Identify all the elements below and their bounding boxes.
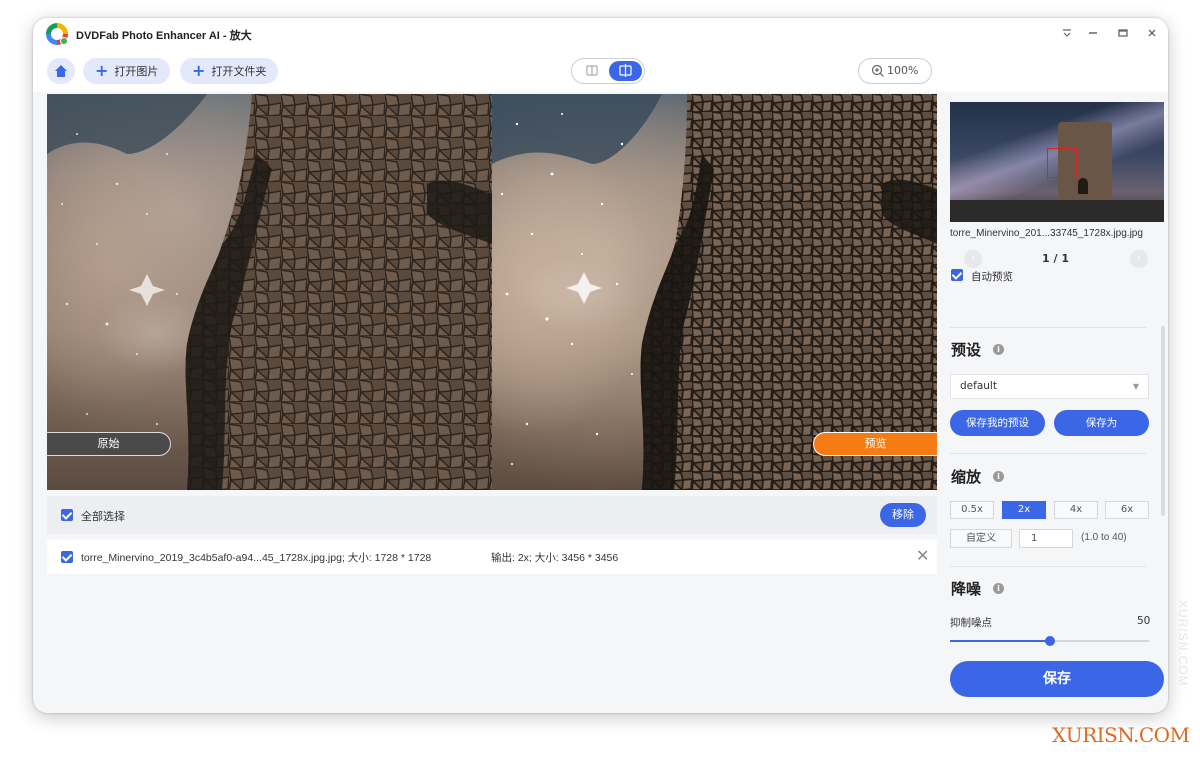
auto-preview-checkbox[interactable] bbox=[951, 269, 963, 281]
open-image-button[interactable]: + 打开图片 bbox=[83, 58, 171, 84]
auto-preview-label: 自动预览 bbox=[971, 271, 1013, 283]
zoom-button[interactable]: 100% bbox=[858, 58, 932, 84]
divider bbox=[950, 327, 1146, 328]
file-row[interactable]: torre_Minervino_2019_3c4b5af0-a94...45_1… bbox=[47, 540, 937, 574]
save-as-button[interactable]: 保存为 bbox=[1054, 410, 1149, 436]
split-view-icon bbox=[619, 64, 632, 77]
single-view-icon bbox=[586, 65, 598, 76]
toolbar: + 打开图片 + 打开文件夹 100% bbox=[33, 50, 1168, 92]
thumbnail-filename: torre_Minervino_201...33745_1728x.jpg.jp… bbox=[950, 228, 1143, 239]
save-button[interactable]: 保存 bbox=[950, 661, 1164, 697]
denoise-slider[interactable] bbox=[950, 636, 1149, 646]
scale-option-2x[interactable]: 2x bbox=[1002, 501, 1046, 519]
open-folder-label: 打开文件夹 bbox=[211, 65, 267, 78]
preview-image bbox=[492, 94, 937, 490]
preset-select[interactable]: default ▼ bbox=[950, 374, 1149, 399]
corner-watermark: XURISN.COM bbox=[1052, 723, 1190, 747]
save-my-preset-button[interactable]: 保存我的预设 bbox=[950, 410, 1045, 436]
side-watermark: XURISN.COM bbox=[1176, 600, 1190, 687]
close-icon[interactable] bbox=[1140, 24, 1164, 44]
plus-icon: + bbox=[192, 61, 206, 80]
preset-title: 预设 bbox=[951, 341, 982, 359]
remove-button[interactable]: 移除 bbox=[880, 503, 926, 527]
prev-page-icon[interactable]: ‹ bbox=[964, 250, 982, 268]
custom-scale-input[interactable]: 1 bbox=[1019, 529, 1073, 548]
view-mode-toggle bbox=[571, 58, 645, 84]
original-image bbox=[47, 94, 492, 490]
page-indicator: 1 / 1 bbox=[1042, 252, 1069, 265]
scale-option-0-5x[interactable]: 0.5x bbox=[950, 501, 994, 519]
viewport-rect[interactable] bbox=[1047, 148, 1077, 178]
app-window: DVDFab Photo Enhancer AI - 放大 + 打开图片 + 打开文… bbox=[33, 18, 1168, 713]
home-icon bbox=[55, 65, 67, 77]
custom-scale-range: (1.0 to 40) bbox=[1081, 532, 1127, 543]
file-name-size: torre_Minervino_2019_3c4b5af0-a94...45_1… bbox=[81, 552, 432, 564]
home-button[interactable] bbox=[47, 58, 75, 84]
single-view-button[interactable] bbox=[576, 61, 608, 81]
window-title: DVDFab Photo Enhancer AI - 放大 bbox=[76, 30, 252, 42]
preset-info-icon[interactable]: i bbox=[993, 344, 1004, 355]
remove-file-icon[interactable]: ✕ bbox=[916, 546, 929, 565]
select-all-label: 全部选择 bbox=[81, 510, 125, 523]
zoom-icon bbox=[871, 64, 884, 77]
original-image-pane[interactable]: 原始 bbox=[47, 94, 492, 490]
thumbnail-navigator[interactable] bbox=[950, 102, 1164, 222]
open-folder-button[interactable]: + 打开文件夹 bbox=[180, 58, 279, 84]
sidebar-scrollbar[interactable] bbox=[1161, 326, 1165, 516]
denoise-slider-label: 抑制噪点 bbox=[950, 617, 992, 629]
file-checkbox[interactable] bbox=[61, 551, 73, 563]
scale-option-6x[interactable]: 6x bbox=[1105, 501, 1149, 519]
file-output-info: 输出: 2x; 大小: 3456 * 3456 bbox=[491, 552, 619, 564]
original-label: 原始 bbox=[47, 432, 171, 456]
divider bbox=[950, 453, 1146, 454]
split-view-button[interactable] bbox=[609, 61, 642, 81]
denoise-slider-value: 50 bbox=[1137, 615, 1151, 627]
preview-label: 预览 bbox=[813, 432, 937, 456]
maximize-icon[interactable] bbox=[1111, 24, 1135, 44]
minimize-icon[interactable] bbox=[1081, 24, 1105, 44]
scale-option-4x[interactable]: 4x bbox=[1054, 501, 1098, 519]
custom-scale-button[interactable]: 自定义 bbox=[950, 529, 1012, 548]
next-page-icon[interactable]: › bbox=[1130, 250, 1148, 268]
denoise-info-icon[interactable]: i bbox=[993, 583, 1004, 594]
denoise-slider-thumb[interactable] bbox=[1044, 636, 1055, 646]
pin-icon[interactable] bbox=[1055, 24, 1079, 44]
plus-icon: + bbox=[95, 61, 109, 80]
file-list-header: 全部选择 移除 bbox=[47, 496, 937, 534]
settings-sidebar: torre_Minervino_201...33745_1728x.jpg.jp… bbox=[946, 94, 1168, 697]
scale-info-icon[interactable]: i bbox=[993, 471, 1004, 482]
chevron-down-icon: ▼ bbox=[1132, 382, 1139, 391]
select-all-checkbox[interactable] bbox=[61, 509, 73, 521]
denoise-title: 降噪 bbox=[951, 580, 982, 598]
open-image-label: 打开图片 bbox=[114, 65, 159, 78]
title-bar: DVDFab Photo Enhancer AI - 放大 bbox=[33, 18, 1168, 50]
denoise-slider-fill bbox=[950, 640, 1050, 642]
thumbnail-ground bbox=[950, 200, 1164, 222]
preset-selected-value: default bbox=[960, 380, 997, 392]
zoom-level: 100% bbox=[887, 64, 919, 77]
app-logo-icon bbox=[46, 23, 68, 45]
divider bbox=[950, 566, 1146, 567]
scale-title: 缩放 bbox=[951, 468, 982, 486]
preview-image-pane[interactable]: 预览 bbox=[492, 94, 937, 490]
